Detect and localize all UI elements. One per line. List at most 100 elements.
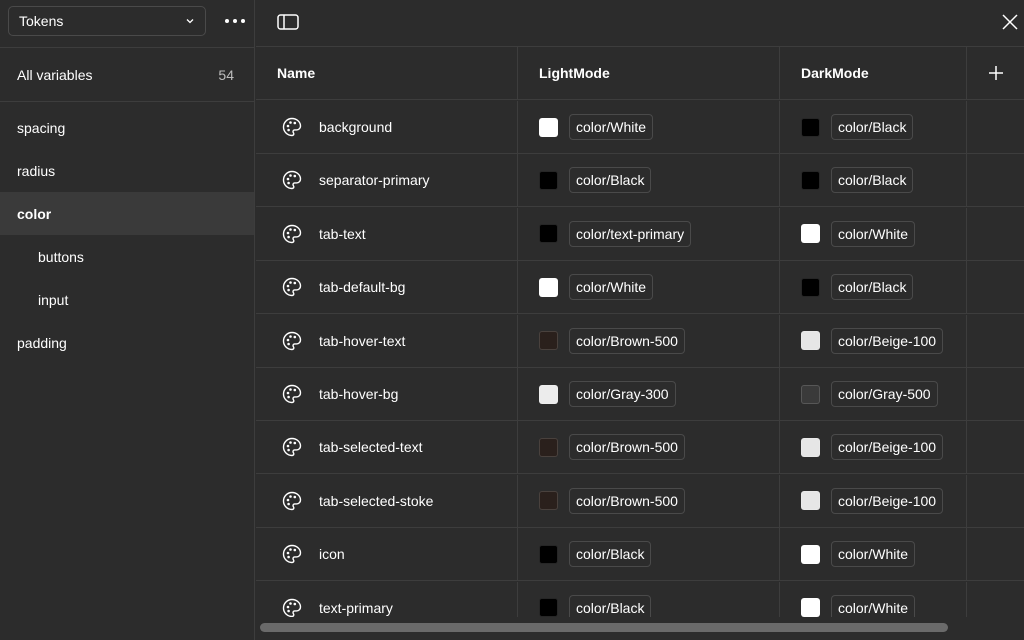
all-variables-item[interactable]: All variables 54 (0, 48, 254, 101)
sidebar-item-input[interactable]: input (0, 278, 254, 321)
alias-pill[interactable]: color/Black (569, 541, 652, 568)
darkmode-value-cell[interactable]: color/White (780, 207, 967, 260)
color-swatch (539, 437, 558, 457)
table-row[interactable]: tab-default-bg color/White color/Black (256, 261, 1024, 315)
close-button[interactable] (1000, 12, 1020, 32)
alias-pill[interactable]: color/White (831, 541, 916, 568)
table-row[interactable]: background color/White color/Black (256, 101, 1024, 154)
alias-pill[interactable]: color/Brown-500 (569, 487, 685, 514)
lightmode-value-cell[interactable]: color/Black (518, 154, 780, 207)
table-row[interactable]: icon color/Black color/White (256, 528, 1024, 582)
variable-name-cell[interactable]: icon (256, 528, 518, 581)
lightmode-value-cell[interactable]: color/White (518, 101, 780, 153)
alias-pill[interactable]: color/Beige-100 (831, 327, 944, 354)
sidebar-item-padding[interactable]: padding (0, 321, 254, 364)
column-header-lightmode[interactable]: LightMode (518, 47, 780, 99)
alias-pill[interactable]: color/White (831, 220, 916, 247)
lightmode-value-cell[interactable]: color/Brown-500 (518, 421, 780, 474)
alias-pill[interactable]: color/Black (831, 167, 914, 194)
variable-name: text-primary (319, 599, 393, 616)
lightmode-value-cell[interactable]: color/Black (518, 581, 780, 617)
alias-pill[interactable]: color/Black (569, 594, 652, 617)
alias-pill[interactable]: color/White (569, 114, 654, 140)
variable-name-cell[interactable]: tab-hover-text (256, 314, 518, 367)
darkmode-value-cell[interactable]: color/White (780, 528, 967, 581)
empty-cell (967, 582, 1024, 617)
darkmode-value-cell[interactable]: color/Black (780, 101, 967, 153)
variable-name-cell[interactable]: tab-hover-bg (256, 368, 518, 420)
table-row[interactable]: tab-selected-stoke color/Brown-500 color/B… (256, 474, 1024, 528)
variable-name: tab-hover-text (319, 332, 406, 349)
variable-name-cell[interactable]: tab-selected-text (256, 421, 518, 474)
alias-pill[interactable]: color/Beige-100 (831, 434, 944, 461)
variable-name: tab-default-bg (319, 279, 406, 296)
more-options-button[interactable] (222, 10, 248, 32)
empty-cell (967, 261, 1024, 313)
alias-pill[interactable]: color/Gray-500 (831, 381, 938, 407)
alias-pill[interactable]: color/Gray-300 (569, 381, 676, 407)
color-swatch (539, 544, 558, 564)
darkmode-value-cell[interactable]: color/Black (780, 154, 967, 207)
palette-icon (282, 544, 302, 564)
table-row[interactable]: separator-primary color/Black color/Black (256, 154, 1024, 208)
darkmode-value-cell[interactable]: color/White (780, 581, 967, 617)
darkmode-value-cell[interactable]: color/Beige-100 (780, 314, 967, 367)
lightmode-value-cell[interactable]: color/text-primary (518, 207, 780, 260)
table-row[interactable]: tab-text color/text-primary color/White (256, 207, 1024, 261)
variable-name-cell[interactable]: background (256, 101, 518, 153)
variable-name-cell[interactable]: tab-default-bg (256, 261, 518, 314)
lightmode-value-cell[interactable]: color/Gray-300 (518, 368, 780, 420)
alias-pill[interactable]: color/Brown-500 (569, 327, 685, 354)
color-swatch (801, 491, 820, 511)
alias-pill[interactable]: color/Black (831, 114, 914, 140)
color-swatch (539, 277, 558, 297)
group-list: spacing radius color buttons input padding (0, 106, 254, 364)
alias-pill[interactable]: color/Black (831, 274, 914, 301)
alias-pill[interactable]: color/text-primary (569, 220, 692, 247)
variable-name: icon (319, 546, 345, 563)
table-row[interactable]: tab-hover-bg color/Gray-300 color/Gray-500 (256, 368, 1024, 421)
more-horizontal-icon (225, 19, 245, 23)
scrollbar-thumb[interactable] (260, 623, 948, 632)
variable-name-cell[interactable]: text-primary (256, 581, 518, 617)
empty-cell (967, 475, 1024, 527)
horizontal-scrollbar[interactable] (256, 617, 1024, 640)
add-mode-button[interactable] (986, 63, 1006, 83)
empty-cell (967, 208, 1024, 260)
color-swatch (539, 117, 558, 137)
sidebar-item-label: color (17, 205, 52, 222)
toggle-sidebar-button[interactable] (276, 12, 300, 32)
darkmode-value-cell[interactable]: color/Beige-100 (780, 421, 967, 474)
sidebar-item-radius[interactable]: radius (0, 149, 254, 192)
column-header-name[interactable]: Name (256, 47, 518, 99)
variable-name-cell[interactable]: separator-primary (256, 154, 518, 207)
alias-pill[interactable]: color/Beige-100 (831, 487, 944, 514)
lightmode-value-cell[interactable]: color/Black (518, 528, 780, 581)
collection-dropdown[interactable]: Tokens (8, 6, 206, 36)
alias-pill[interactable]: color/White (831, 594, 916, 617)
sidebar-item-label: buttons (38, 248, 84, 265)
variable-name: tab-text (319, 225, 366, 242)
add-mode-cell (967, 47, 1024, 99)
alias-pill[interactable]: color/Brown-500 (569, 434, 685, 461)
darkmode-value-cell[interactable]: color/Black (780, 261, 967, 314)
darkmode-value-cell[interactable]: color/Beige-100 (780, 474, 967, 527)
sidebar-item-buttons[interactable]: buttons (0, 235, 254, 278)
sidebar-item-spacing[interactable]: spacing (0, 106, 254, 149)
table-row[interactable]: text-primary color/Black color/White (256, 581, 1024, 617)
table-row[interactable]: tab-hover-text color/Brown-500 color/Beige… (256, 314, 1024, 368)
table-row[interactable]: tab-selected-text color/Brown-500 color/Be… (256, 421, 1024, 475)
variable-name-cell[interactable]: tab-selected-stoke (256, 474, 518, 527)
alias-pill[interactable]: color/White (569, 274, 654, 301)
column-header-darkmode[interactable]: DarkMode (780, 47, 967, 99)
variable-name-cell[interactable]: tab-text (256, 207, 518, 260)
lightmode-value-cell[interactable]: color/White (518, 261, 780, 314)
palette-icon (282, 384, 302, 404)
sidebar-item-color[interactable]: color (0, 192, 254, 235)
alias-pill[interactable]: color/Black (569, 167, 652, 194)
lightmode-value-cell[interactable]: color/Brown-500 (518, 474, 780, 527)
close-icon (1002, 14, 1018, 30)
darkmode-value-cell[interactable]: color/Gray-500 (780, 368, 967, 420)
lightmode-value-cell[interactable]: color/Brown-500 (518, 314, 780, 367)
empty-cell (967, 528, 1024, 580)
